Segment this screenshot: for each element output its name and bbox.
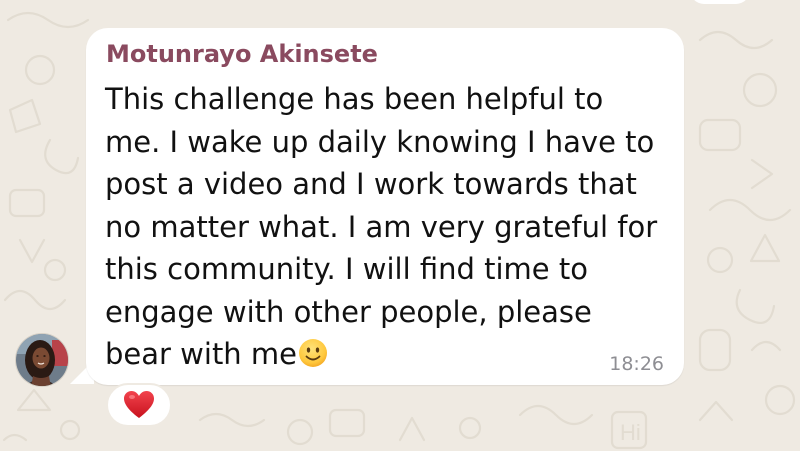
message-line: me. I wake up daily knowing I have to — [105, 124, 655, 159]
message-line: this community. I will find time to — [105, 252, 588, 286]
message-line: post a video and I work towards that — [105, 167, 637, 201]
message-bubble[interactable]: Motunrayo Akinsete This challenge has be… — [86, 28, 684, 385]
message-line: This challenge has been helpful to — [105, 82, 604, 116]
message-line: no matter what. I am very grateful for — [105, 209, 658, 244]
sender-name[interactable]: Motunrayo Akinsete — [106, 40, 378, 68]
slightly-smiling-face-icon — [299, 339, 327, 367]
svg-text:Hi: Hi — [620, 420, 641, 445]
message-line-text: bear with me — [105, 337, 297, 371]
message-line: engage with other people, please — [105, 294, 592, 329]
red-heart-icon — [124, 391, 154, 418]
sender-avatar[interactable] — [15, 333, 69, 387]
reaction-badge[interactable] — [106, 383, 172, 427]
message-text: This challenge has been helpful to me. I… — [105, 78, 658, 376]
message-timestamp: 18:26 — [609, 353, 664, 375]
message-line-last: bear with me — [105, 333, 585, 376]
profile-photo-icon — [16, 334, 68, 386]
